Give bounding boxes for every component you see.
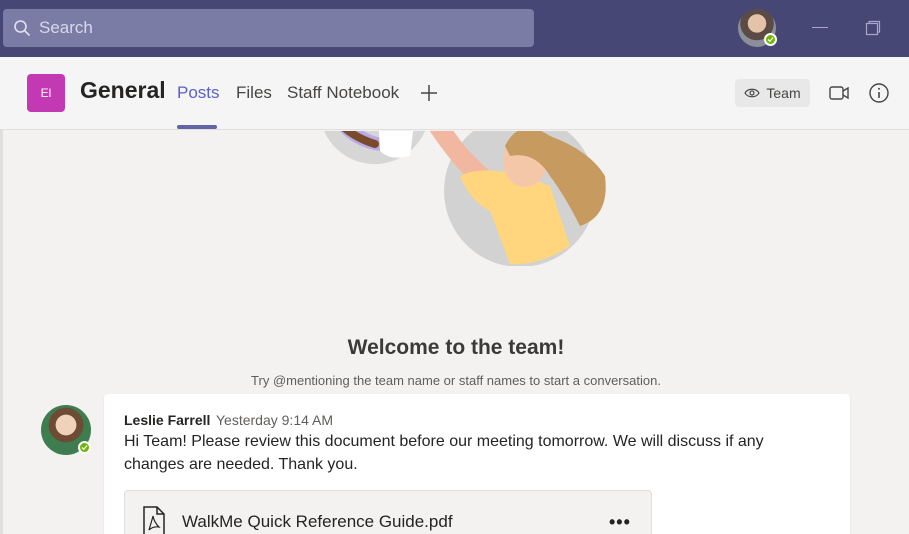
search-icon [14, 20, 31, 37]
file-attachment[interactable]: WalkMe Quick Reference Guide.pdf ••• [124, 490, 652, 534]
team-button[interactable]: Team [735, 79, 810, 107]
attachment-name: WalkMe Quick Reference Guide.pdf [182, 512, 453, 531]
maximize-button[interactable] [865, 20, 881, 36]
active-tab-indicator [177, 125, 217, 129]
message-card[interactable]: Leslie Farrell Yesterday 9:14 AM Hi Team… [104, 394, 850, 534]
minimize-button[interactable] [812, 27, 828, 28]
message-timestamp: Yesterday 9:14 AM [216, 412, 334, 428]
conversation-area: Welcome to the team! Try @mentioning the… [3, 131, 909, 534]
welcome-title: Welcome to the team! [347, 336, 565, 359]
channel-title: General [80, 77, 166, 103]
message-body: Hi Team! Please review this document bef… [124, 433, 764, 473]
tab-files[interactable]: Files [236, 83, 272, 103]
meet-now-icon[interactable] [828, 82, 850, 104]
title-bar [0, 0, 909, 57]
presence-available-icon [78, 441, 91, 454]
more-options-icon[interactable]: ••• [609, 512, 631, 533]
pdf-file-icon [143, 506, 165, 534]
message-author[interactable]: Leslie Farrell [124, 412, 210, 428]
team-button-label: Team [766, 85, 801, 101]
tab-posts[interactable]: Posts [177, 83, 220, 103]
presence-available-icon [764, 33, 777, 46]
team-avatar[interactable]: El [27, 74, 65, 112]
welcome-illustration [324, 131, 606, 266]
eye-icon [744, 88, 761, 98]
add-tab-icon[interactable] [418, 82, 440, 104]
search-input[interactable] [39, 18, 519, 38]
welcome-subtitle: Try @mentioning the team name or staff n… [251, 373, 661, 388]
tab-staff-notebook[interactable]: Staff Notebook [287, 83, 399, 103]
info-icon[interactable] [868, 82, 890, 104]
channel-header: El General Posts Files Staff Notebook Te… [0, 57, 909, 130]
search-box[interactable] [3, 9, 534, 47]
